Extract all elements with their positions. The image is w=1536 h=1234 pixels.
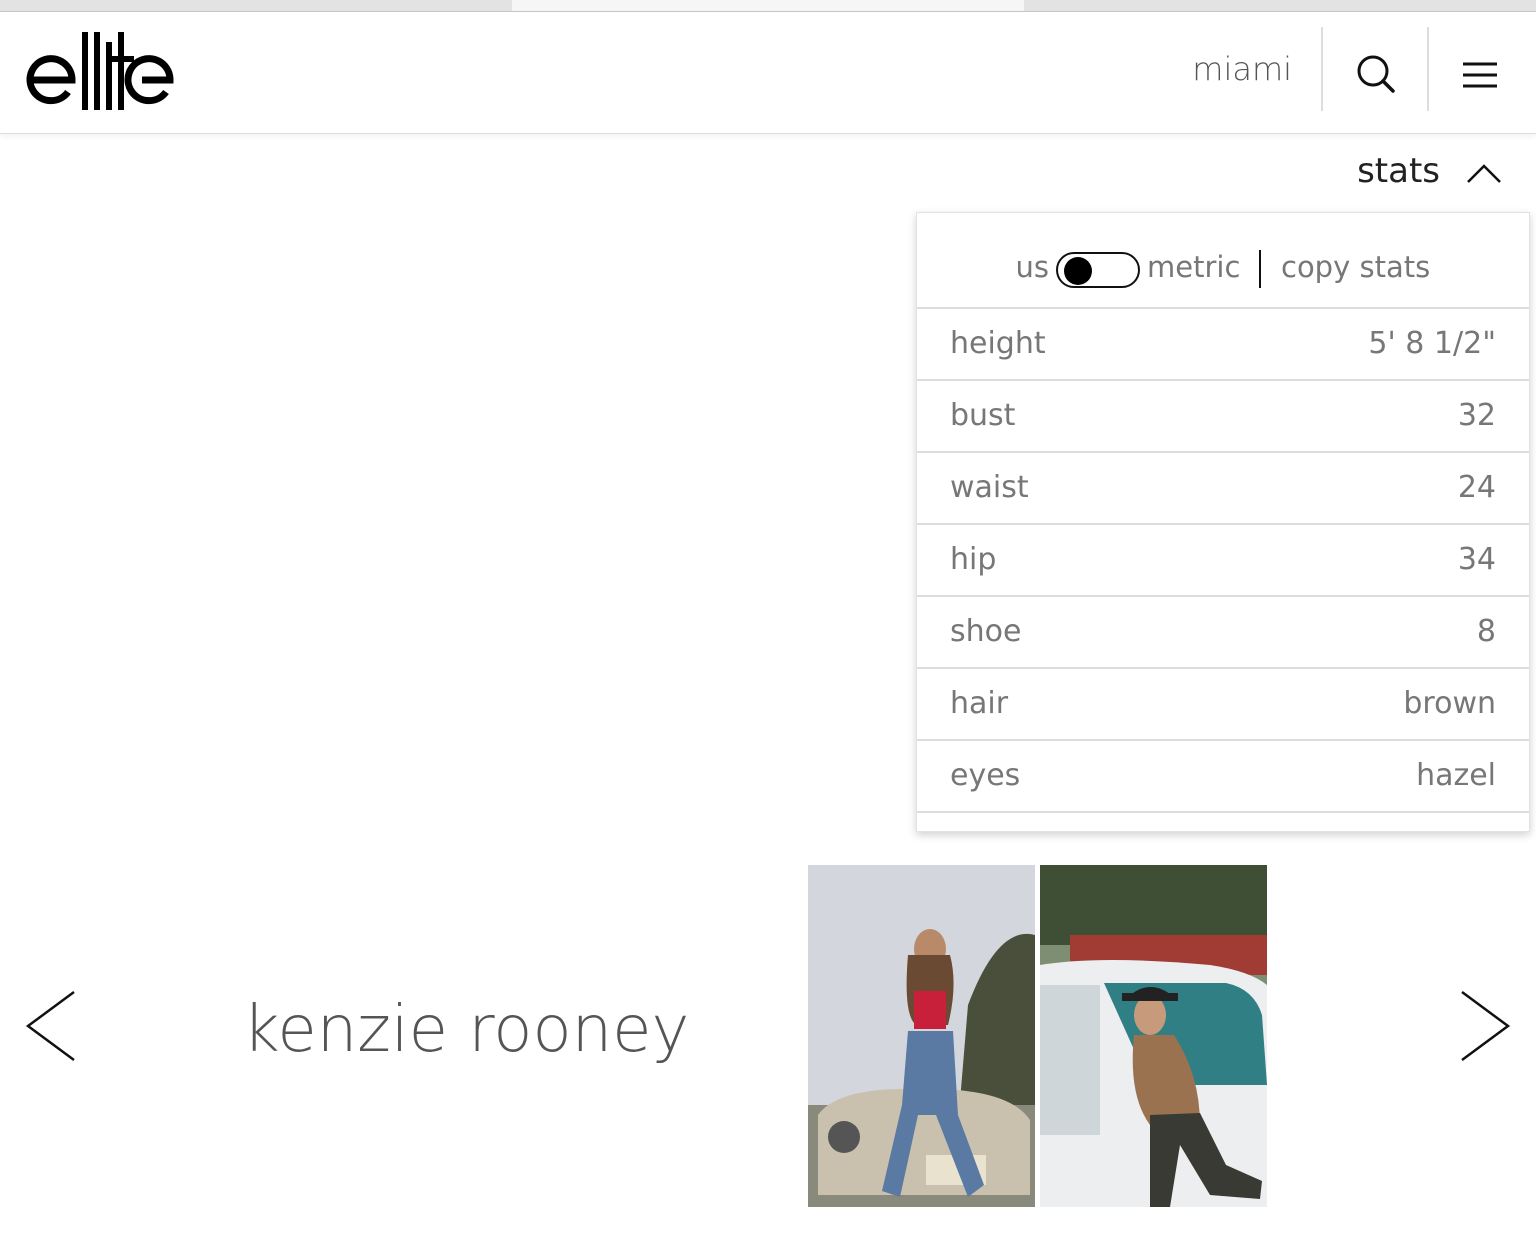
header-divider xyxy=(1427,27,1429,111)
browser-tab-strip xyxy=(0,0,1536,12)
portfolio-photo-2[interactable] xyxy=(1040,865,1267,1207)
stat-value: hazel xyxy=(1416,758,1496,793)
site-header: elite miami xyxy=(0,12,1536,134)
header-divider xyxy=(1321,27,1323,111)
stat-row-bust: bust 32 xyxy=(917,381,1529,453)
unit-metric-label[interactable]: metric xyxy=(1147,249,1240,285)
stat-row-hair: hair brown xyxy=(917,669,1529,741)
stats-panel: us metric copy stats height 5' 8 1/2" bu… xyxy=(916,212,1530,832)
city-label[interactable]: miami xyxy=(1160,50,1292,88)
units-separator xyxy=(1259,250,1261,288)
portfolio-photo-1[interactable] xyxy=(808,865,1035,1207)
unit-us-label[interactable]: us xyxy=(1013,249,1050,285)
stat-row-height: height 5' 8 1/2" xyxy=(917,309,1529,381)
chevron-right-icon[interactable] xyxy=(1458,990,1512,1064)
stat-label: eyes xyxy=(950,758,1021,793)
stats-toggle-label: stats xyxy=(1357,151,1440,191)
chevron-left-icon[interactable] xyxy=(24,990,78,1064)
stat-value: 34 xyxy=(1457,542,1496,577)
photo-image xyxy=(808,865,1035,1207)
active-tab[interactable] xyxy=(512,0,1024,11)
search-button[interactable] xyxy=(1344,47,1408,103)
stat-label: hair xyxy=(950,686,1009,721)
stat-value: 8 xyxy=(1476,614,1496,649)
units-bar: us metric copy stats xyxy=(917,213,1529,309)
unit-toggle-switch[interactable] xyxy=(1056,252,1140,288)
stat-row-hip: hip 34 xyxy=(917,525,1529,597)
menu-button[interactable] xyxy=(1452,50,1508,102)
search-icon xyxy=(1357,55,1395,93)
elite-logo[interactable]: elite xyxy=(24,32,176,112)
model-name: kenzie rooney xyxy=(242,993,690,1067)
stat-label: height xyxy=(950,326,1046,361)
stat-value: 32 xyxy=(1457,398,1496,433)
photo-image xyxy=(1040,865,1267,1207)
stat-value: 5' 8 1/2" xyxy=(1368,326,1496,361)
stat-row-eyes: eyes hazel xyxy=(917,741,1529,813)
toggle-knob xyxy=(1064,257,1092,285)
hamburger-menu-icon xyxy=(1463,62,1497,88)
stat-label: waist xyxy=(950,470,1029,505)
stat-label: shoe xyxy=(950,614,1022,649)
stats-toggle-button[interactable]: stats xyxy=(1340,150,1510,196)
stat-value: 24 xyxy=(1457,470,1496,505)
stat-row-waist: waist 24 xyxy=(917,453,1529,525)
logo-text: elite xyxy=(24,109,27,112)
copy-stats-link[interactable]: copy stats xyxy=(1281,249,1430,285)
stat-value: brown xyxy=(1403,686,1496,721)
chevron-up-icon xyxy=(1467,164,1501,183)
stat-label: hip xyxy=(950,542,997,577)
stat-row-shoe: shoe 8 xyxy=(917,597,1529,669)
stat-label: bust xyxy=(950,398,1016,433)
